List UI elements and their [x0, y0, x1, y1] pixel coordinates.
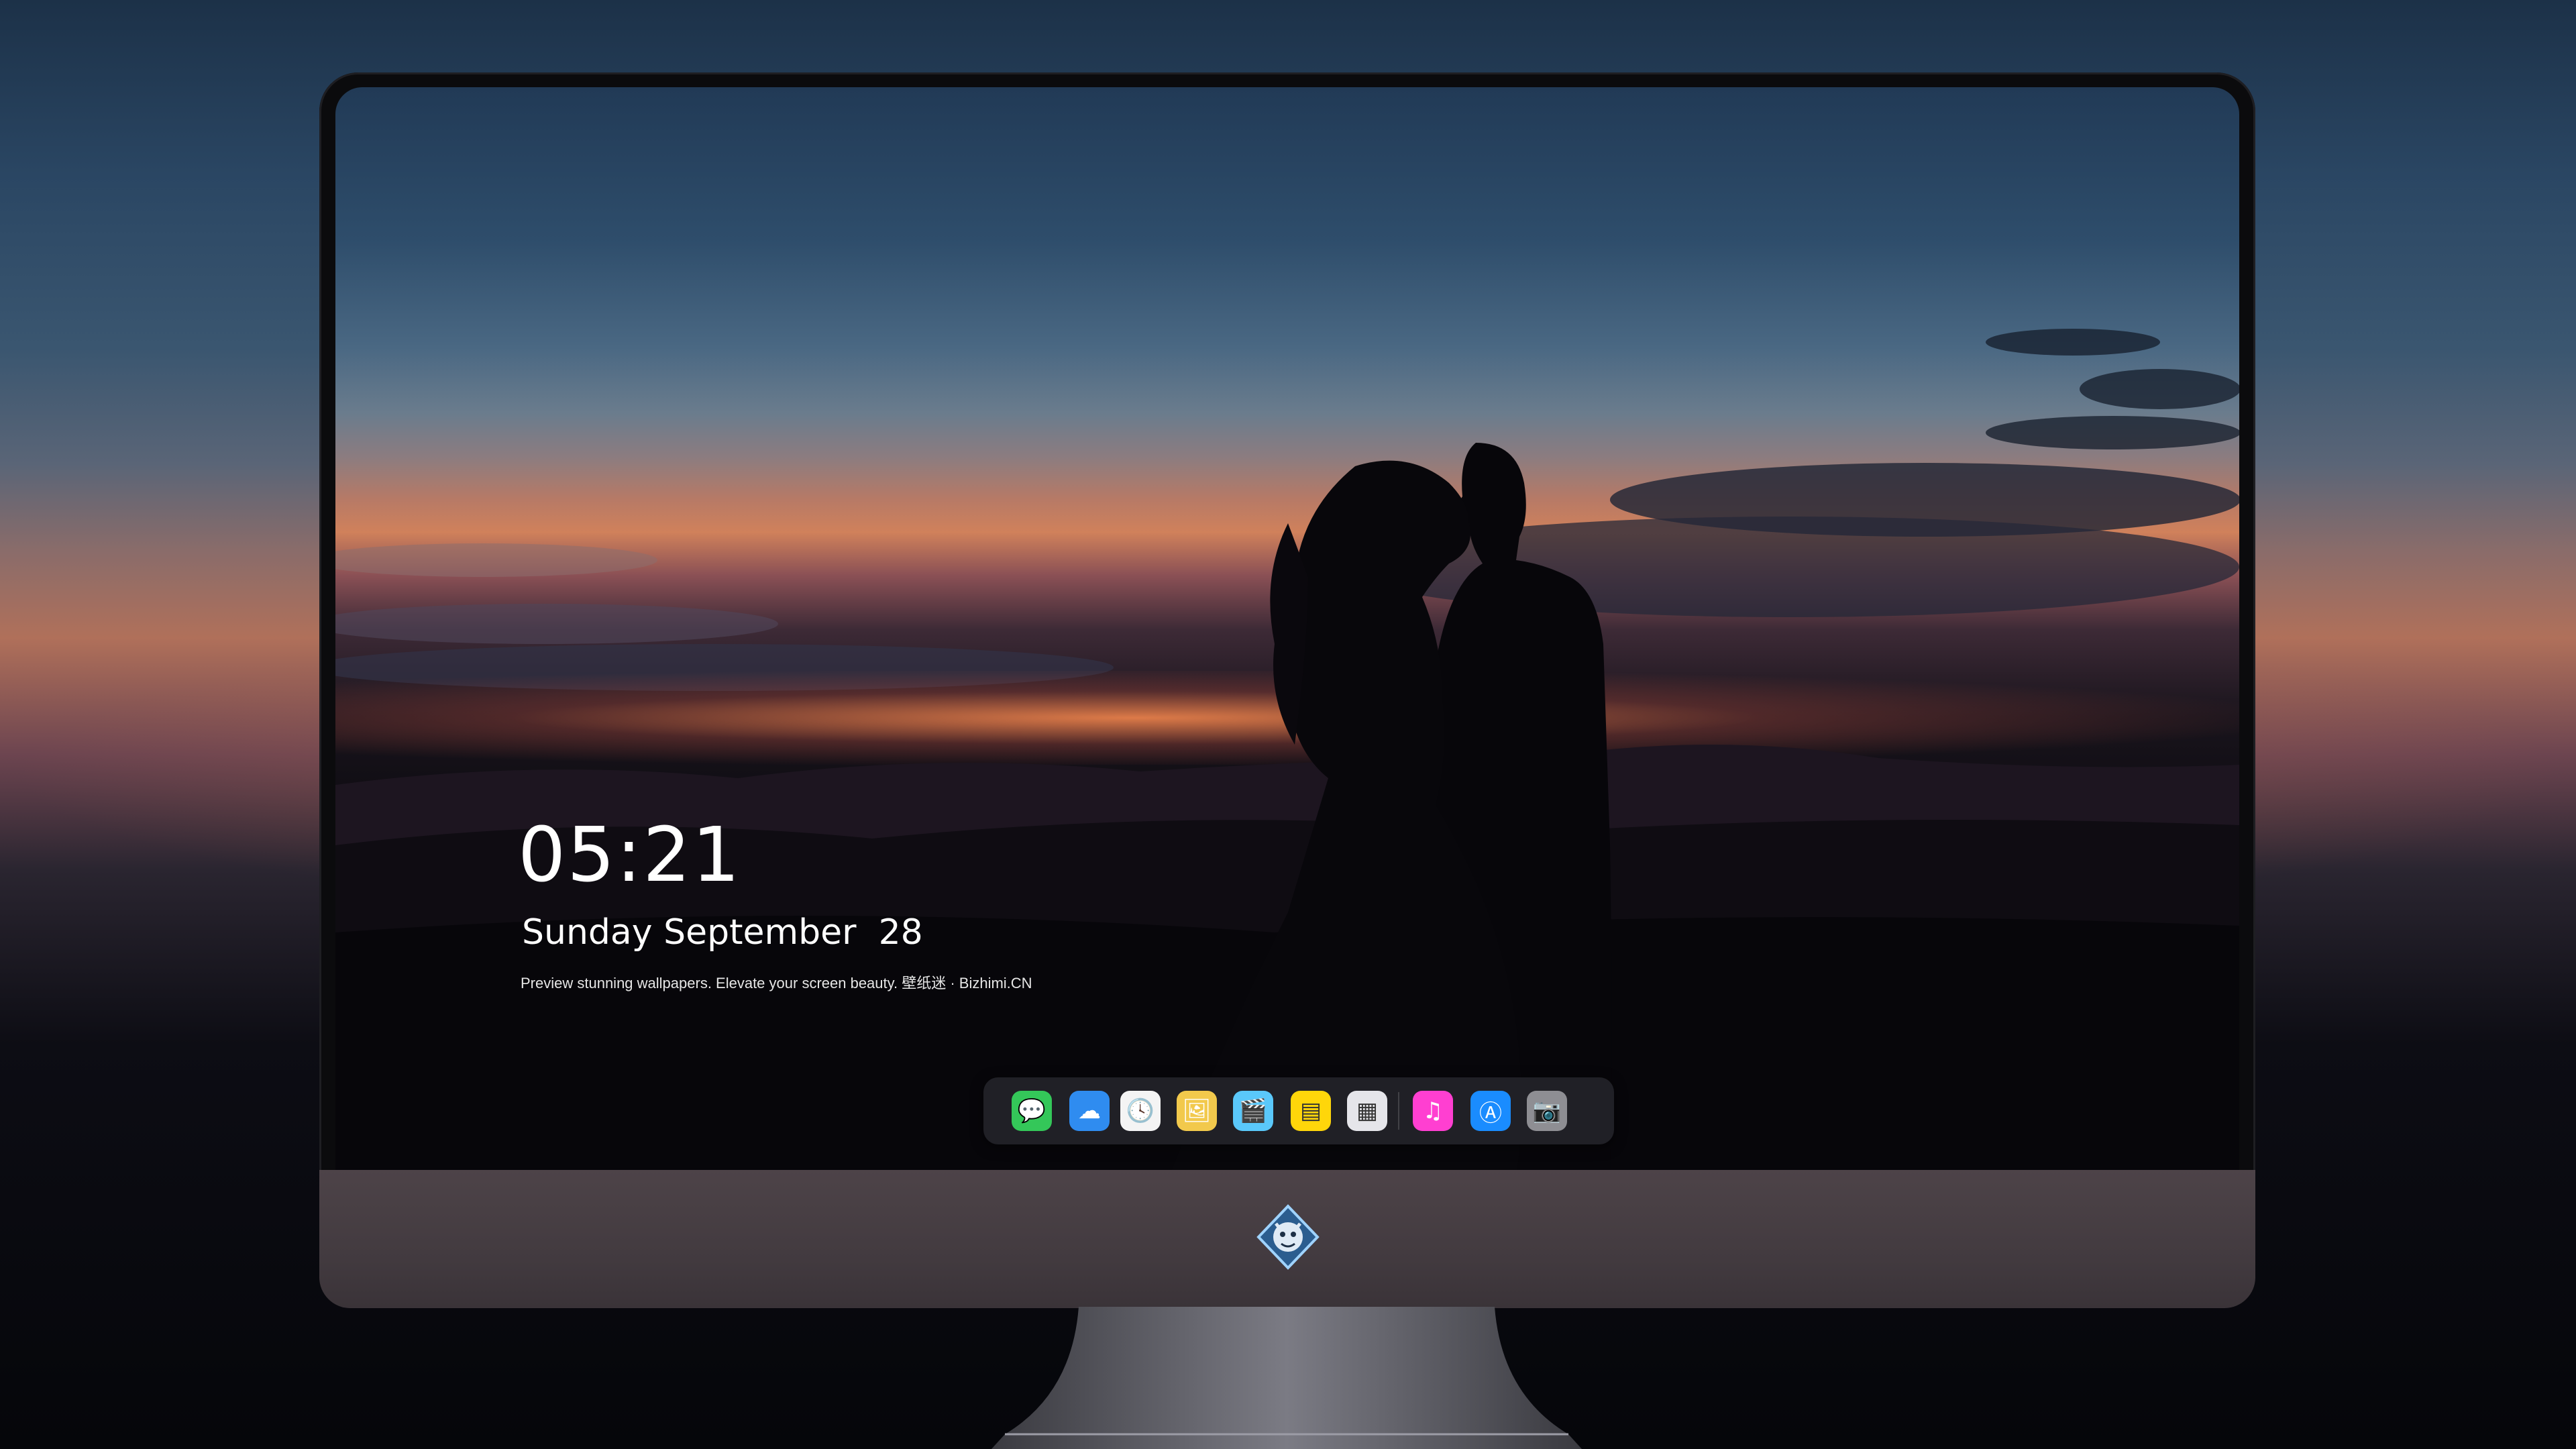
- app-store-icon[interactable]: Ⓐ: [1470, 1091, 1511, 1131]
- monitor: 05:21 Sunday September 28 Preview stunni…: [319, 72, 2255, 1308]
- brand-logo-icon: [1256, 1204, 1320, 1270]
- dock-separator: [1398, 1092, 1399, 1130]
- itunes-icon[interactable]: ♫: [1413, 1091, 1453, 1131]
- lockscreen-date: Sunday September 28: [522, 912, 923, 953]
- lockscreen-time: 05:21: [518, 812, 741, 899]
- cloud: [335, 543, 657, 577]
- messages-icon[interactable]: 💬: [1012, 1091, 1052, 1131]
- lockscreen-tagline: Preview stunning wallpapers. Elevate you…: [521, 975, 1032, 991]
- clock-icon[interactable]: 🕓: [1120, 1091, 1161, 1131]
- dock: 💬 ☁ 🕓 🖼 🎬 ▤ ▦ ♫ Ⓐ 📷: [983, 1077, 1614, 1144]
- final-cut-icon[interactable]: 🎬: [1233, 1091, 1273, 1131]
- preview-icon[interactable]: 🖼: [1177, 1091, 1217, 1131]
- lock-screen: 05:21 Sunday September 28 Preview stunni…: [335, 87, 2239, 1173]
- cloud: [1986, 329, 2160, 356]
- camera-icon[interactable]: 📷: [1527, 1091, 1567, 1131]
- weather-icon[interactable]: ☁: [1069, 1091, 1110, 1131]
- cloud: [1986, 416, 2239, 449]
- couple-silhouette: [1170, 443, 1612, 1173]
- cloud: [335, 604, 778, 644]
- cloud: [2080, 369, 2239, 409]
- notes-icon[interactable]: ▤: [1291, 1091, 1331, 1131]
- photo-booth-icon[interactable]: ▦: [1347, 1091, 1387, 1131]
- monitor-stand: [991, 1307, 1582, 1449]
